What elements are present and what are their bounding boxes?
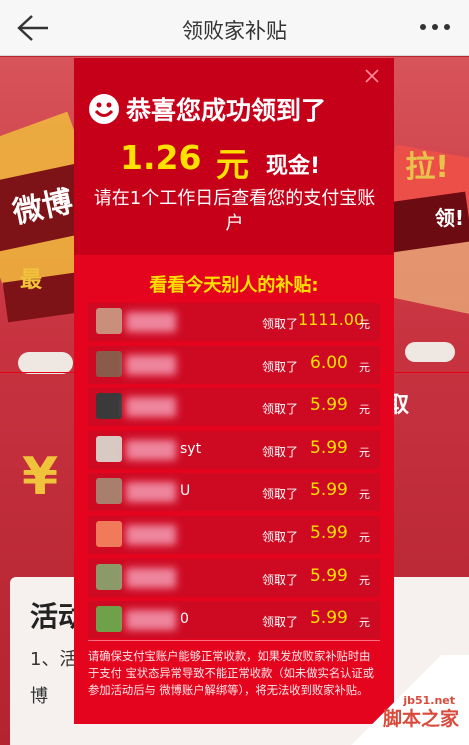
claim-value: 5.99 [310,565,348,586]
cloud-decor [18,352,73,374]
avatar [96,350,122,377]
banner-text: 最 [20,268,43,293]
list-item: 领取了 5.99 元 [88,515,380,554]
claim-value: 5.99 [310,480,348,501]
list-item: 领取了 6.00 元 [88,345,380,384]
modal-header: 恭喜您成功领到了 1.26 元 现金! 请在1个工作日后查看您的支付宝账户 [74,58,394,255]
name-blur [126,482,176,503]
name-blur [126,354,176,375]
claim-value: 5.99 [310,522,348,543]
claim-label: 领取了 [262,529,299,544]
avatar [96,606,122,633]
user-name: U [180,483,191,500]
activity-line: 博 [30,686,48,707]
avatar [96,393,122,420]
banner-text: 拉! [405,150,449,185]
name-blur [126,567,176,588]
claim-value: 6.00 [310,352,348,373]
watermark-text: 脚本之家 [382,708,459,730]
list-item: 领取了 1111.00 元 [88,303,380,341]
congrats-text: 恭喜您成功领到了 [126,96,327,125]
others-list-title: 看看今天别人的补贴: [149,275,319,296]
list-item: syt 领取了 5.99 元 [88,430,380,469]
cash-label: 现金! [266,154,321,179]
claim-label: 领取了 [262,359,299,374]
smile-icon [89,94,119,124]
name-blur [126,610,176,631]
claim-label: 领取了 [262,402,299,417]
avatar [96,478,122,505]
claim-unit: 元 [359,445,370,459]
claim-unit: 元 [359,573,370,587]
claim-label: 领取了 [262,317,299,331]
claim-value: 5.99 [310,437,348,458]
claim-unit: 元 [359,530,370,544]
yen-decor: ¥ [22,447,59,507]
list-item: 0 领取了 5.99 元 [88,601,380,640]
claim-label: 领取了 [262,487,299,502]
list-item: 领取了 5.99 元 [88,558,380,597]
user-name: syt [180,440,202,457]
list-item: 领取了 5.99 元 [88,388,380,427]
cloud-decor [405,342,455,362]
name-blur [126,439,176,460]
amount-value: 1.26 [120,138,202,177]
name-blur [126,524,176,545]
claim-unit: 元 [359,488,370,502]
claim-value: 5.99 [310,608,348,629]
amount-unit: 元 [216,145,249,184]
more-dots-icon[interactable] [417,14,453,40]
claim-value: 5.99 [310,395,348,416]
claim-value: 1111.00 [298,310,365,329]
subsidy-list: 领取了 1111.00 元 领取了 6.00 元 领取了 5.99 元 syt … [88,303,380,644]
top-bar: 领败家补贴 [0,0,469,56]
page-title: 领败家补贴 [182,19,287,43]
claim-unit: 元 [359,616,370,630]
close-icon[interactable] [364,68,380,84]
divider [88,640,380,641]
user-name: 0 [180,611,189,628]
name-blur [126,397,176,418]
banner-text: 领! [434,206,464,230]
avatar [96,563,122,590]
claim-label: 领取了 [262,615,299,630]
activity-line: 1、活 [30,649,78,670]
subsidy-modal: 恭喜您成功领到了 1.26 元 现金! 请在1个工作日后查看您的支付宝账户 看看… [74,58,394,724]
notice-text: 请在1个工作日后查看您的支付宝账户 [93,188,376,234]
avatar [96,520,122,547]
claim-unit: 元 [359,360,370,374]
name-blur [126,312,176,332]
avatar [96,435,122,462]
claim-unit: 元 [359,403,370,417]
claim-label: 领取了 [262,572,299,587]
list-item: U 领取了 5.99 元 [88,473,380,512]
claim-label: 领取了 [262,444,299,459]
avatar [96,308,122,334]
claim-unit: 元 [359,318,370,331]
